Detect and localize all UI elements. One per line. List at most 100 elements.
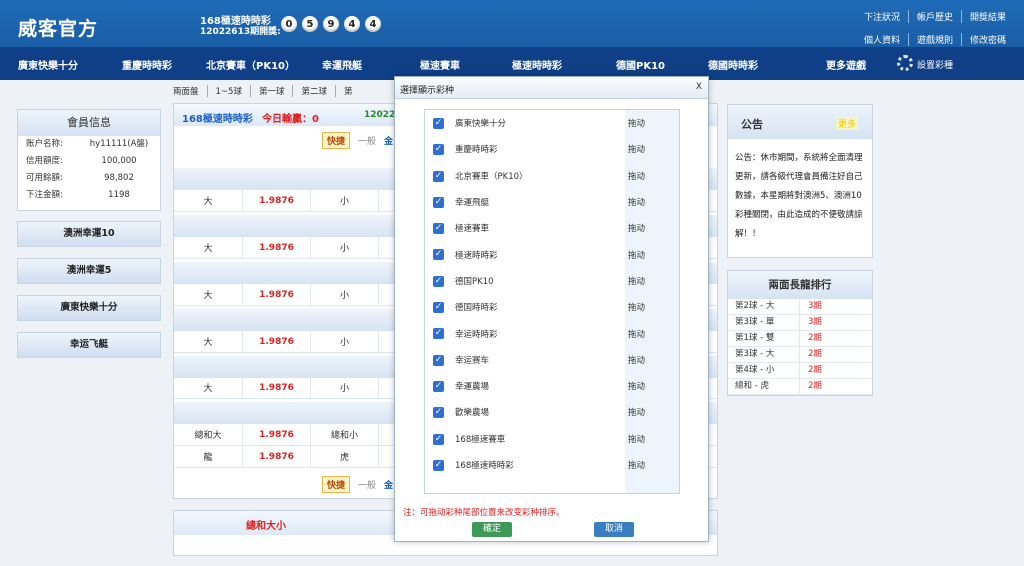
bet-option[interactable]: 小 [311, 237, 379, 258]
lottery-option-label: 德国PK10 [455, 276, 494, 287]
bet-option[interactable]: 大 [174, 237, 243, 258]
checkbox-checked-icon[interactable]: ✓ [433, 354, 444, 366]
bet-option[interactable]: 小 [311, 284, 379, 305]
bet-option[interactable]: 大 [174, 284, 243, 305]
bet-option[interactable]: 總和大 [174, 424, 243, 445]
drag-handle[interactable]: 拖动 [628, 301, 645, 313]
nav-item[interactable]: 德國時時彩 [708, 57, 758, 72]
bet-option[interactable]: 虎 [311, 446, 379, 467]
checkbox-checked-icon[interactable]: ✓ [433, 380, 444, 392]
lottery-option-row[interactable]: ✓ 德国時時彩 拖动 [425, 294, 679, 320]
lottery-option-row[interactable]: ✓ 歡樂農場 拖动 [425, 399, 679, 425]
normal-mode-button[interactable]: 一般 [358, 134, 376, 147]
side-lottery-button[interactable]: 幸运飞艇 [17, 332, 161, 358]
bet-option[interactable]: 龍 [174, 446, 243, 467]
bet-option[interactable]: 小 [311, 190, 379, 211]
site-logo[interactable]: 威客官方 [18, 14, 98, 41]
drag-handle[interactable]: 拖动 [628, 196, 645, 208]
nav-item[interactable]: 北京賽車（PK10） [206, 57, 295, 72]
link-draw-results[interactable]: 開獎結果 [960, 10, 1014, 23]
drag-handle[interactable]: 拖动 [628, 275, 645, 287]
settings-lottery-link[interactable]: 設置彩種 [917, 58, 953, 71]
nav-item[interactable]: 極速時時彩 [512, 57, 562, 72]
bet-option[interactable]: 小 [311, 331, 379, 352]
fast-mode-button[interactable]: 快捷 [322, 132, 351, 149]
lottery-option-row[interactable]: ✓ 幸運農場 拖动 [425, 373, 679, 399]
side-lottery-button[interactable]: 澳洲幸運5 [17, 258, 161, 284]
drag-handle[interactable]: 拖动 [628, 170, 645, 182]
nav-item[interactable]: 極速賽車 [420, 57, 460, 72]
nav-item[interactable]: 廣東快樂十分 [18, 57, 78, 72]
gear-icon[interactable] [897, 55, 913, 71]
link-game-rules[interactable]: 遊戲規則 [907, 33, 961, 46]
bet-odds[interactable]: 1.9876 [243, 424, 311, 445]
lottery-option-row[interactable]: ✓ 極速賽車 拖动 [425, 215, 679, 241]
drag-handle[interactable]: 拖动 [628, 328, 645, 340]
checkbox-checked-icon[interactable]: ✓ [433, 433, 444, 445]
drag-handle[interactable]: 拖动 [628, 459, 645, 471]
bet-odds[interactable]: 1.9876 [243, 190, 311, 211]
bet-odds[interactable]: 1.9876 [243, 284, 311, 305]
fast-mode-button[interactable]: 快捷 [322, 476, 351, 493]
rank-row: 第3球 - 單 3期 [728, 315, 872, 331]
bet-odds[interactable]: 1.9876 [243, 377, 311, 398]
bet-odds[interactable]: 1.9876 [243, 331, 311, 352]
tab-ball-1[interactable]: 第一球 [249, 85, 293, 97]
lottery-option-row[interactable]: ✓ 168極速賽車 拖动 [425, 426, 679, 452]
link-change-password[interactable]: 修改密碼 [960, 33, 1014, 46]
drag-handle[interactable]: 拖动 [628, 117, 645, 129]
lottery-option-row[interactable]: ✓ 168極速時時彩 拖动 [425, 452, 679, 478]
checkbox-checked-icon[interactable]: ✓ [433, 223, 444, 235]
close-icon[interactable]: X [696, 82, 702, 92]
checkbox-checked-icon[interactable]: ✓ [433, 118, 444, 129]
checkbox-checked-icon[interactable]: ✓ [433, 196, 444, 208]
lottery-option-row[interactable]: ✓ 幸运時時彩 拖动 [425, 320, 679, 346]
tab-balls-1-5[interactable]: 1~5球 [206, 85, 250, 97]
bet-option[interactable]: 小 [311, 377, 379, 398]
nav-item-more-games[interactable]: 更多遊戲 [826, 57, 866, 72]
tab-two-sides[interactable]: 兩面盤 [173, 85, 207, 97]
nav-item[interactable]: 幸運飛艇 [322, 57, 362, 72]
bet-option[interactable]: 總和小 [311, 424, 379, 445]
checkbox-checked-icon[interactable]: ✓ [433, 275, 444, 287]
lottery-option-row[interactable]: ✓ 幸運飛艇 拖动 [425, 189, 679, 215]
checkbox-checked-icon[interactable]: ✓ [433, 144, 444, 156]
tab-ball-2[interactable]: 第二球 [292, 85, 335, 97]
lottery-option-row[interactable]: ✓ 幸运赛车 拖动 [425, 347, 679, 373]
drag-handle[interactable]: 拖动 [628, 433, 645, 445]
bet-odds[interactable]: 1.9876 [243, 446, 311, 467]
side-lottery-button[interactable]: 澳洲幸運10 [17, 221, 161, 247]
confirm-button[interactable]: 確定 [472, 522, 512, 537]
drag-handle[interactable]: 拖动 [628, 406, 645, 418]
link-bet-status[interactable]: 下注狀況 [856, 10, 908, 23]
lottery-option-row[interactable]: ✓ 北京賽車（PK10） 拖动 [425, 163, 679, 189]
lottery-option-row[interactable]: ✓ 極速時時彩 拖动 [425, 241, 679, 267]
drag-handle[interactable]: 拖动 [628, 354, 645, 366]
nav-item[interactable]: 德國PK10 [616, 57, 665, 72]
nav-item[interactable]: 重慶時時彩 [122, 57, 172, 72]
drag-handle[interactable]: 拖动 [628, 249, 645, 261]
link-profile[interactable]: 個人資料 [856, 33, 908, 46]
normal-mode-button[interactable]: 一般 [358, 478, 376, 491]
bet-odds[interactable]: 1.9876 [243, 237, 311, 258]
drag-handle[interactable]: 拖动 [628, 143, 645, 155]
checkbox-checked-icon[interactable]: ✓ [433, 170, 444, 182]
drag-handle[interactable]: 拖动 [628, 380, 645, 392]
checkbox-checked-icon[interactable]: ✓ [433, 328, 444, 340]
lottery-option-row[interactable]: ✓ 廣東快樂十分 拖动 [425, 110, 679, 136]
checkbox-checked-icon[interactable]: ✓ [433, 249, 444, 261]
drag-handle[interactable]: 拖动 [628, 222, 645, 234]
tab-ball-more[interactable]: 第 [335, 85, 361, 97]
bet-option[interactable]: 大 [174, 331, 243, 352]
cancel-button[interactable]: 取消 [594, 522, 634, 537]
checkbox-checked-icon[interactable]: ✓ [433, 407, 444, 419]
bet-option[interactable]: 大 [174, 190, 243, 211]
lottery-option-row[interactable]: ✓ 德国PK10 拖动 [425, 268, 679, 294]
checkbox-checked-icon[interactable]: ✓ [433, 302, 444, 314]
notice-more-link[interactable]: 更多 [835, 117, 858, 130]
link-account-history[interactable]: 帳戶歷史 [907, 10, 961, 23]
bet-option[interactable]: 大 [174, 377, 243, 398]
lottery-option-row[interactable]: ✓ 重慶時時彩 拖动 [425, 136, 679, 162]
side-lottery-button[interactable]: 廣東快樂十分 [17, 295, 161, 321]
checkbox-checked-icon[interactable]: ✓ [433, 459, 444, 471]
